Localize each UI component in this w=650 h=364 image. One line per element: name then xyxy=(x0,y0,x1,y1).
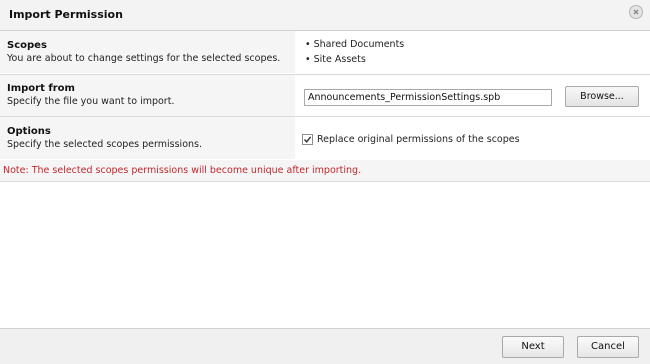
cancel-button[interactable]: Cancel xyxy=(577,336,639,358)
dialog-footer: Next Cancel xyxy=(0,328,650,364)
scope-item: • Site Assets xyxy=(305,54,366,65)
next-button[interactable]: Next xyxy=(502,336,564,358)
close-button[interactable] xyxy=(629,5,643,19)
scope-item: • Shared Documents xyxy=(305,39,405,50)
options-label-panel: Options Specify the selected scopes perm… xyxy=(0,117,295,159)
scopes-section: Scopes You are about to change settings … xyxy=(0,31,650,73)
browse-button[interactable]: Browse... xyxy=(565,86,639,107)
note-bar: Note: The selected scopes permissions wi… xyxy=(0,160,650,182)
close-icon xyxy=(633,9,639,15)
dialog-titlebar: Import Permission xyxy=(0,0,650,31)
import-permission-dialog: Import Permission Scopes You are about t… xyxy=(0,0,650,364)
scope-item-label: Site Assets xyxy=(313,54,366,65)
import-from-label-panel: Import from Specify the file you want to… xyxy=(0,75,295,116)
scopes-label-panel: Scopes You are about to change settings … xyxy=(0,31,295,73)
import-from-description: Specify the file you want to import. xyxy=(7,96,175,107)
unique-permissions-note: Note: The selected scopes permissions wi… xyxy=(3,165,362,176)
scope-item-label: Shared Documents xyxy=(313,39,405,50)
options-heading: Options xyxy=(7,126,51,137)
replace-permissions-checkbox[interactable] xyxy=(302,134,313,145)
checkmark-icon xyxy=(303,136,312,143)
replace-permissions-label: Replace original permissions of the scop… xyxy=(317,134,520,145)
scopes-heading: Scopes xyxy=(7,40,47,51)
file-path-input[interactable] xyxy=(304,89,552,106)
scopes-description: You are about to change settings for the… xyxy=(7,53,281,64)
dialog-title: Import Permission xyxy=(9,8,123,21)
options-description: Specify the selected scopes permissions. xyxy=(7,139,202,150)
import-from-heading: Import from xyxy=(7,83,75,94)
